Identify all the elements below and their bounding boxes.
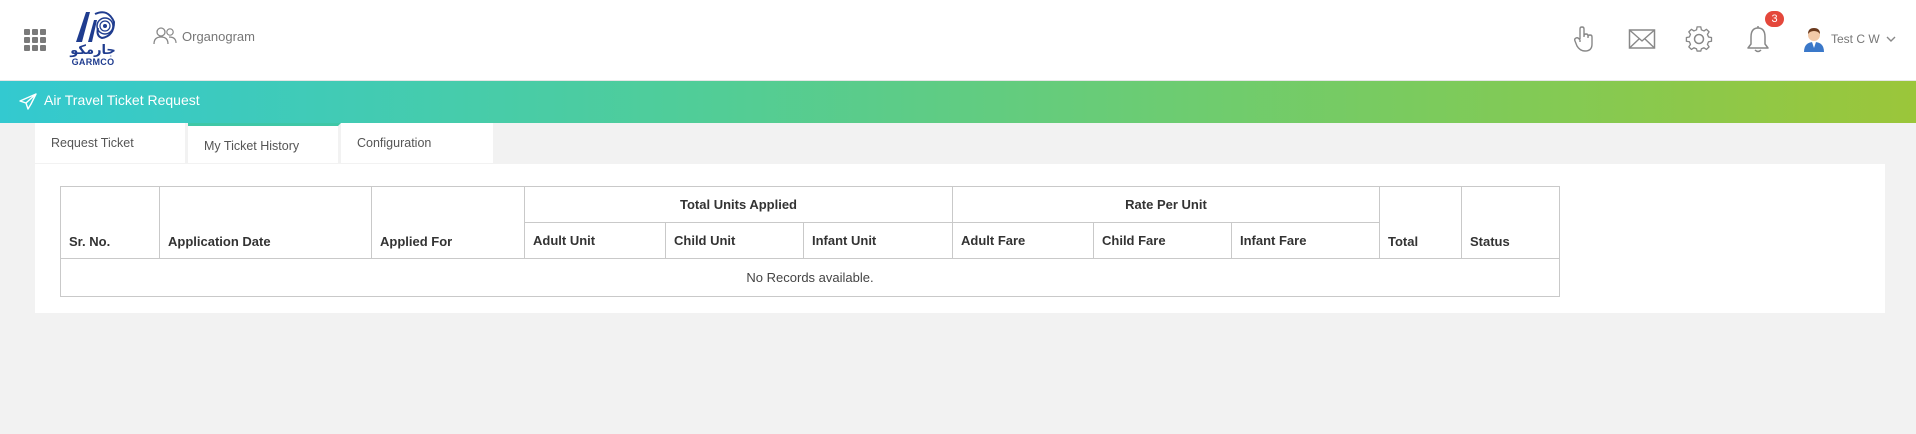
- col-applied-for: Applied For: [371, 186, 525, 259]
- gear-icon[interactable]: [1684, 24, 1714, 54]
- col-adult-unit: Adult Unit: [524, 222, 666, 259]
- logo-arabic-text: جارمكو: [70, 43, 116, 58]
- user-avatar: [1804, 28, 1824, 52]
- tab-bar: Request Ticket My Ticket History Configu…: [35, 123, 493, 163]
- col-application-date: Application Date: [159, 186, 372, 259]
- bell-icon[interactable]: [1743, 24, 1773, 54]
- top-navbar: جارمكو GARMCO Organogram 3 Test C W: [0, 0, 1916, 81]
- content-panel: Sr. No. Application Date Applied For Tot…: [35, 164, 1885, 313]
- hand-pointer-icon[interactable]: [1569, 24, 1599, 54]
- col-child-fare: Child Fare: [1093, 222, 1232, 259]
- airplane-icon: [19, 93, 37, 110]
- tab-request-ticket[interactable]: Request Ticket: [35, 123, 188, 163]
- ticket-history-table: Sr. No. Application Date Applied For Tot…: [60, 186, 1560, 297]
- group-rate-per-unit: Rate Per Unit: [952, 186, 1380, 223]
- col-child-unit: Child Unit: [665, 222, 804, 259]
- tab-configuration[interactable]: Configuration: [341, 123, 493, 163]
- organogram-label: Organogram: [182, 28, 255, 44]
- grid-apps-icon[interactable]: [24, 29, 46, 51]
- company-logo[interactable]: جارمكو GARMCO: [66, 6, 120, 74]
- organogram-link[interactable]: Organogram: [152, 26, 255, 46]
- user-name: Test C W: [1831, 32, 1880, 46]
- logo-mark-icon: [76, 11, 116, 42]
- notification-count-badge: 3: [1765, 11, 1784, 27]
- col-sr-no: Sr. No.: [60, 186, 160, 259]
- col-infant-unit: Infant Unit: [803, 222, 953, 259]
- page-title: Air Travel Ticket Request: [44, 92, 200, 108]
- people-icon: [153, 27, 177, 45]
- empty-table-message: No Records available.: [60, 258, 1560, 297]
- col-infant-fare: Infant Fare: [1231, 222, 1380, 259]
- col-adult-fare: Adult Fare: [952, 222, 1094, 259]
- tab-my-ticket-history[interactable]: My Ticket History: [188, 123, 341, 163]
- logo-name: GARMCO: [71, 57, 115, 67]
- user-menu[interactable]: Test C W: [1803, 26, 1896, 52]
- chevron-down-icon: [1886, 36, 1896, 42]
- mail-icon[interactable]: [1627, 24, 1657, 54]
- page-banner: Air Travel Ticket Request: [0, 81, 1916, 123]
- col-total: Total: [1379, 186, 1462, 259]
- col-status: Status: [1461, 186, 1560, 259]
- group-total-units-applied: Total Units Applied: [524, 186, 953, 223]
